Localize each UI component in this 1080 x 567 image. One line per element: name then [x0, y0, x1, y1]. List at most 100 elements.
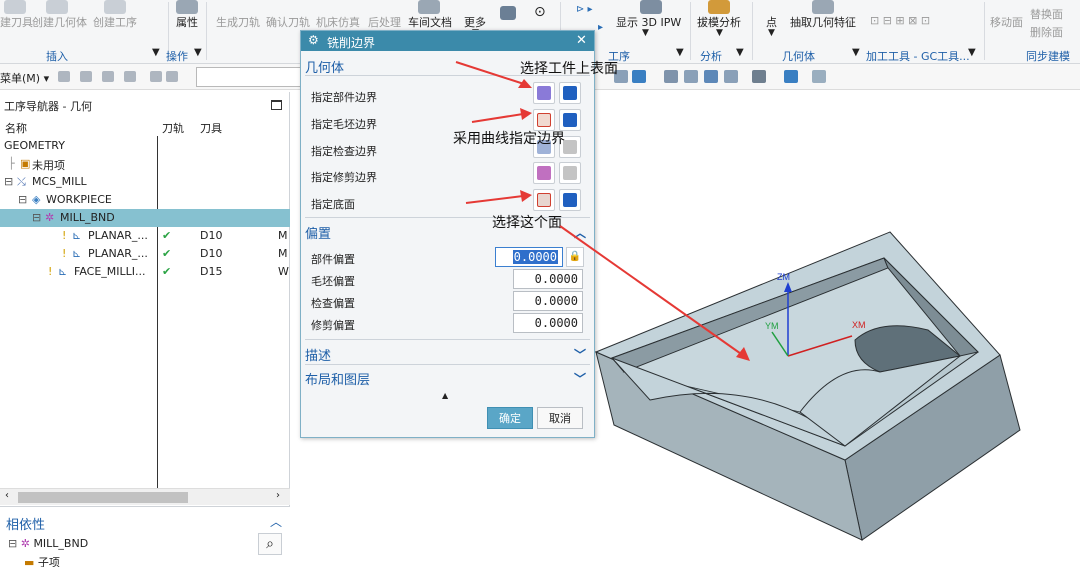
snap-icon-2[interactable] [166, 71, 178, 82]
group-geometry-drop[interactable]: ▼ [852, 47, 860, 58]
draft-analysis-icon[interactable] [708, 0, 730, 14]
view-icon-5[interactable] [724, 70, 738, 83]
ribbon-shop-doc[interactable]: 车间文档 [408, 14, 452, 30]
ribbon-extract-geometry[interactable]: 抽取几何特征 [790, 14, 856, 30]
floor-select-button[interactable] [533, 189, 555, 211]
trim-boundary-select-button[interactable] [533, 162, 555, 184]
ribbon-create-operation[interactable]: 创建工序 [93, 14, 137, 30]
part-boundary-display-button[interactable] [559, 82, 581, 104]
scroll-thumb[interactable] [18, 492, 188, 503]
ribbon-delete-face[interactable]: 删除面 [1030, 24, 1063, 40]
scroll-left-icon[interactable]: ‹ [5, 490, 9, 501]
ribbon-draft-drop[interactable]: ▼ [716, 28, 723, 38]
view-icon-4[interactable] [684, 70, 698, 83]
trim-offset-input[interactable]: 0.0000 [513, 313, 583, 333]
ribbon-create-geometry[interactable]: 创建几何体 [32, 14, 87, 30]
filter-icon-3[interactable] [102, 71, 114, 82]
ribbon-create-tool[interactable]: 建刀具 [0, 14, 33, 30]
blank-offset-input[interactable]: 0.0000 [513, 269, 583, 289]
island-face[interactable] [611, 357, 846, 447]
ribbon-attributes[interactable]: 属性 [176, 14, 198, 30]
collapse-icon[interactable]: ⊟ [4, 175, 13, 188]
pocket-floor[interactable] [610, 257, 979, 447]
tree-row-mcs-mill[interactable]: ⊟ ⤯ MCS_MILL [0, 173, 290, 191]
collapse-more-icon[interactable]: ▲ [442, 391, 448, 400]
island-face-right[interactable] [799, 355, 961, 447]
display-ipw-icon[interactable] [640, 0, 662, 14]
group-insert-drop[interactable]: ▼ [152, 47, 160, 58]
ipw-small-icon-1[interactable]: ⊳ ▸ [576, 4, 593, 15]
create-geometry-icon[interactable] [46, 0, 68, 14]
part-offset-input[interactable]: 0.0000 [495, 247, 563, 267]
render-style-icon[interactable] [752, 70, 766, 83]
view-icon-3[interactable] [664, 70, 678, 83]
ribbon-move-face[interactable]: 移动面 [990, 14, 1023, 30]
collapse-caret-icon[interactable]: ︿ [270, 513, 282, 530]
section-description[interactable]: 描述 ﹀ [305, 345, 590, 365]
settings-gear-icon[interactable]: ⚙ [308, 33, 319, 47]
close-icon[interactable]: ✕ [576, 33, 587, 48]
dependency-item[interactable]: ⊟ ✲ MILL_BND [8, 537, 88, 550]
group-process-drop[interactable]: ▼ [676, 47, 684, 58]
menu-button[interactable]: 菜单(M) ▾ [0, 70, 49, 86]
maximize-icon[interactable] [271, 100, 282, 110]
dialog-titlebar[interactable]: ⚙ 铣削边界 ✕ [301, 31, 594, 51]
search-icon[interactable]: ⌕ [258, 533, 282, 555]
selection-filter-field[interactable] [196, 67, 306, 87]
tree-row-geometry[interactable]: GEOMETRY [0, 137, 290, 155]
create-tool-icon[interactable] [4, 0, 26, 14]
part-boundary-select-button[interactable] [533, 82, 555, 104]
filter-icon-2[interactable] [80, 71, 92, 82]
horizontal-scrollbar[interactable]: ‹ › [0, 488, 290, 505]
group-gc-tools-drop[interactable]: ▼ [968, 47, 976, 58]
ribbon-verify-toolpath[interactable]: 确认刀轨 [266, 14, 310, 30]
dependencies-title[interactable]: 相依性 [6, 514, 45, 533]
filter-icon-4[interactable] [124, 71, 136, 82]
collapse-icon[interactable]: ⊟ [32, 211, 41, 224]
group-operation-drop[interactable]: ▼ [194, 47, 202, 58]
floor-display-button[interactable] [559, 189, 581, 211]
calc-icon[interactable] [500, 6, 516, 20]
expand-caret-icon[interactable]: ﹀ [574, 370, 586, 387]
layer-icon[interactable] [812, 70, 826, 83]
tree-row-mill-bnd[interactable]: ⊟ ✲ MILL_BND [0, 209, 290, 227]
ipw-small-icon-2[interactable]: ▸ [598, 22, 603, 33]
column-name[interactable]: 名称 [5, 120, 27, 136]
snap-icon-1[interactable] [150, 71, 162, 82]
section-layout-layers[interactable]: 布局和图层 ﹀ [305, 369, 590, 389]
column-toolpath[interactable]: 刀轨 [162, 120, 184, 136]
tree-row-operation[interactable]: ! ⊾ PLANAR_... ✔ D10 M [0, 245, 290, 263]
lock-icon[interactable]: 🔒 [566, 247, 584, 267]
ribbon-ipw-drop[interactable]: ▼ [642, 28, 649, 38]
expand-caret-icon[interactable]: ﹀ [574, 346, 586, 363]
target-icon[interactable]: ⊙ [534, 4, 546, 20]
collapse-icon[interactable]: ⊟ [18, 193, 27, 206]
collapse-caret-icon[interactable]: ︿ [574, 224, 586, 241]
ribbon-replace-face[interactable]: 替换面 [1030, 6, 1063, 22]
trim-boundary-display-button[interactable] [559, 162, 581, 184]
tree-row-unused[interactable]: ├ ▣ 未用项 [0, 155, 290, 173]
ribbon-generate-toolpath[interactable]: 生成刀轨 [216, 14, 260, 30]
check-offset-input[interactable]: 0.0000 [513, 291, 583, 311]
ok-button[interactable]: 确定 [487, 407, 533, 429]
cancel-button[interactable]: 取消 [537, 407, 583, 429]
create-operation-icon[interactable] [104, 0, 126, 14]
view-icon-2[interactable] [632, 70, 646, 83]
step-face[interactable] [622, 267, 961, 413]
ribbon-small-icons[interactable]: ⊡ ⊟ ⊞ ⊠ ⊡ [870, 14, 930, 27]
refresh-icon[interactable] [704, 70, 718, 83]
attributes-icon[interactable] [176, 0, 198, 14]
tree-row-operation[interactable]: ! ⊾ FACE_MILLI... ✔ D15 W [0, 263, 290, 281]
column-tool[interactable]: 刀具 [200, 120, 222, 136]
ribbon-postprocess[interactable]: 后处理 [368, 14, 401, 30]
tree-row-workpiece[interactable]: ⊟ ◈ WORKPIECE [0, 191, 290, 209]
cube-view-icon[interactable] [784, 70, 798, 83]
part-top-face[interactable] [594, 231, 1001, 461]
scroll-right-icon[interactable]: › [276, 490, 280, 501]
ribbon-point-drop[interactable]: ▼ [768, 28, 775, 38]
ribbon-machine-simulate[interactable]: 机床仿真 [316, 14, 360, 30]
dependency-item[interactable]: ▬ 子项 [24, 554, 60, 567]
extract-geometry-icon[interactable] [812, 0, 834, 14]
tree-row-operation[interactable]: ! ⊾ PLANAR_... ✔ D10 M [0, 227, 290, 245]
filter-icon-1[interactable] [58, 71, 70, 82]
